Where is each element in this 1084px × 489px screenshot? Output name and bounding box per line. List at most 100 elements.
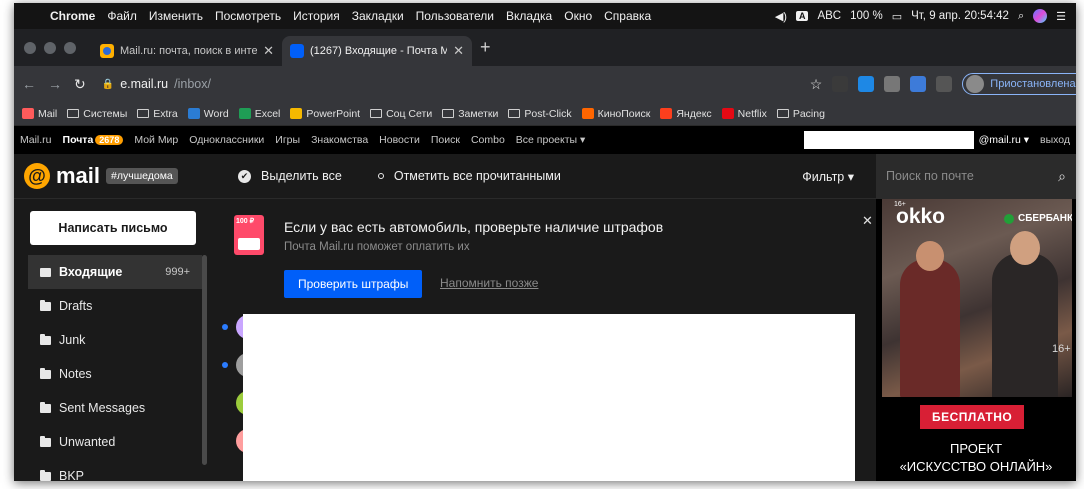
folder-label: Junk: [59, 333, 86, 347]
new-tab-icon[interactable]: +: [480, 37, 491, 58]
menu-help[interactable]: Справка: [604, 9, 651, 23]
folder-icon: [40, 435, 51, 447]
portal-link-dating[interactable]: Знакомства: [311, 134, 368, 146]
portal-link-all-projects[interactable]: Все проекты ▾: [516, 134, 585, 146]
battery-icon[interactable]: ▭: [892, 10, 902, 23]
compose-button[interactable]: Написать письмо: [30, 211, 196, 245]
portal-link-games[interactable]: Игры: [275, 134, 300, 146]
extension-send-icon[interactable]: [910, 76, 927, 92]
bookmark-label: КиноПоиск: [597, 107, 651, 120]
menu-bookmarks[interactable]: Закладки: [352, 9, 404, 23]
bookmark-4[interactable]: Excel: [238, 108, 280, 120]
remind-later-link[interactable]: Напомнить позже: [440, 276, 538, 290]
okko-ad-banner[interactable]: 16+ okko СБЕРБАНК 16+ БЕСПЛАТНО ПРОЕКТ «…: [876, 199, 1076, 481]
logout-link[interactable]: выход: [1040, 134, 1070, 146]
forward-icon[interactable]: →: [48, 76, 62, 92]
account-menu[interactable]: @mail.ru ▾: [979, 134, 1029, 146]
spotlight-search-icon[interactable]: ⌕: [1018, 10, 1024, 23]
input-source[interactable]: ABC: [817, 10, 841, 22]
bookmark-5[interactable]: PowerPoint: [290, 108, 360, 120]
bookmark-1[interactable]: Системы: [67, 108, 127, 120]
mail-logo[interactable]: @ mail #лучшедома: [14, 163, 238, 189]
menu-file[interactable]: Файл: [107, 9, 137, 23]
portal-link-my-world[interactable]: Мой Мир: [134, 134, 178, 146]
back-icon[interactable]: ←: [22, 76, 36, 92]
extension-mail-icon[interactable]: [858, 76, 875, 92]
bookmark-0[interactable]: Mail: [22, 108, 57, 120]
search-icon[interactable]: ⌕: [1058, 168, 1066, 185]
close-tab-icon[interactable]: ✕: [263, 43, 274, 59]
bookmark-6[interactable]: Соц Сети: [370, 108, 432, 120]
bookmark-label: Word: [203, 107, 229, 120]
extension-stats-icon[interactable]: [832, 76, 849, 92]
portal-link-mailru[interactable]: Mail.ru: [20, 134, 52, 146]
bookmark-9[interactable]: КиноПоиск: [581, 107, 651, 120]
bookmark-8[interactable]: Post-Click: [508, 108, 572, 120]
folder-item-6[interactable]: BKP: [14, 459, 210, 481]
bookmark-2[interactable]: Extra: [137, 108, 178, 120]
menu-history[interactable]: История: [293, 9, 340, 23]
clock[interactable]: Чт, 9 апр. 20:54:42: [911, 10, 1009, 22]
portal-link-ok[interactable]: Одноклассники: [189, 134, 264, 146]
tab-inbox[interactable]: (1267) Входящие - Почта Mail.r ✕: [282, 36, 472, 66]
extension-gray-icon[interactable]: [884, 76, 901, 92]
mail-content: 100 ₽ Если у вас есть автомобиль, провер…: [210, 199, 876, 481]
portal-link-mail[interactable]: Почта 2678: [63, 134, 124, 146]
close-window-button[interactable]: [24, 41, 36, 54]
search-input[interactable]: [886, 169, 1036, 183]
folder-item-1[interactable]: Drafts: [14, 289, 210, 323]
tab-mailru-home[interactable]: Mail.ru: почта, поиск в интерне ✕: [92, 36, 282, 66]
lock-icon[interactable]: 🔒: [102, 79, 114, 90]
folder-icon: [370, 109, 383, 118]
bookmark-12[interactable]: Pacing: [776, 108, 825, 120]
bookmark-label: Netflix: [737, 107, 767, 120]
bookmark-10[interactable]: Яндекс: [660, 108, 712, 120]
portal-link-combo[interactable]: Combo: [471, 134, 505, 146]
volume-icon[interactable]: ◀): [775, 10, 787, 23]
menu-tab[interactable]: Вкладка: [506, 9, 552, 23]
menubar-status-area: ◀) A ABC 100 % ▭ Чт, 9 апр. 20:54:42 ⌕ ☰: [775, 9, 1066, 23]
unread-dot-icon[interactable]: [222, 362, 228, 368]
menu-view[interactable]: Посмотреть: [215, 9, 281, 23]
promo-badge: 100 ₽: [236, 218, 255, 225]
battery-percent[interactable]: 100 %: [850, 10, 883, 22]
minimize-window-button[interactable]: [44, 41, 56, 54]
reload-icon[interactable]: ↻: [74, 76, 86, 93]
menu-window[interactable]: Окно: [564, 9, 592, 23]
bookmark-11[interactable]: Netflix: [721, 107, 767, 120]
folder-item-3[interactable]: Notes: [14, 357, 210, 391]
notification-center-icon[interactable]: ☰: [1056, 10, 1066, 23]
profile-avatar: [966, 75, 985, 93]
menu-people[interactable]: Пользователи: [416, 9, 494, 23]
close-tab-icon[interactable]: ✕: [453, 43, 464, 59]
filter-dropdown[interactable]: Фильтр ▾: [802, 169, 854, 184]
bookmark-3[interactable]: Word: [187, 107, 229, 120]
inbox-icon: [40, 267, 51, 277]
siri-icon[interactable]: [1033, 9, 1048, 23]
folder-item-4[interactable]: Sent Messages: [14, 391, 210, 425]
folder-item-0[interactable]: Входящие 999+: [28, 255, 202, 289]
bookmark-star-icon[interactable]: ☆: [810, 76, 823, 93]
reading-list-icon[interactable]: [936, 76, 953, 92]
unread-dot-icon[interactable]: [222, 324, 228, 330]
portal-link-news[interactable]: Новости: [379, 134, 420, 146]
portal-link-search[interactable]: Поиск: [431, 134, 460, 146]
promo-title: Если у вас есть автомобиль, проверьте на…: [284, 219, 664, 235]
select-all-button[interactable]: ✔ Выделить все: [238, 169, 342, 183]
folder-item-2[interactable]: Junk: [14, 323, 210, 357]
menu-edit[interactable]: Изменить: [149, 9, 203, 23]
folder-icon: [508, 109, 521, 118]
folder-item-5[interactable]: Unwanted: [14, 425, 210, 459]
address-bar[interactable]: 🔒 e.mail.ru/inbox/: [98, 71, 798, 97]
menu-app-name[interactable]: Chrome: [50, 9, 95, 23]
zoom-window-button[interactable]: [64, 41, 76, 54]
bookmark-7[interactable]: Заметки: [442, 108, 498, 120]
mark-all-read-button[interactable]: Отметить все прочитанными: [377, 169, 561, 183]
keyboard-layout-icon[interactable]: A: [795, 11, 809, 21]
sidebar-scrollbar[interactable]: [202, 255, 207, 465]
close-promo-icon[interactable]: ✕: [862, 213, 873, 229]
folder-list: Входящие 999+ Drafts Junk Notes Sent Messages…: [14, 255, 210, 481]
check-fines-button[interactable]: Проверить штрафы: [284, 270, 423, 298]
ad-person-left: [900, 241, 960, 397]
profile-button[interactable]: Приостановлена: [962, 73, 1076, 95]
